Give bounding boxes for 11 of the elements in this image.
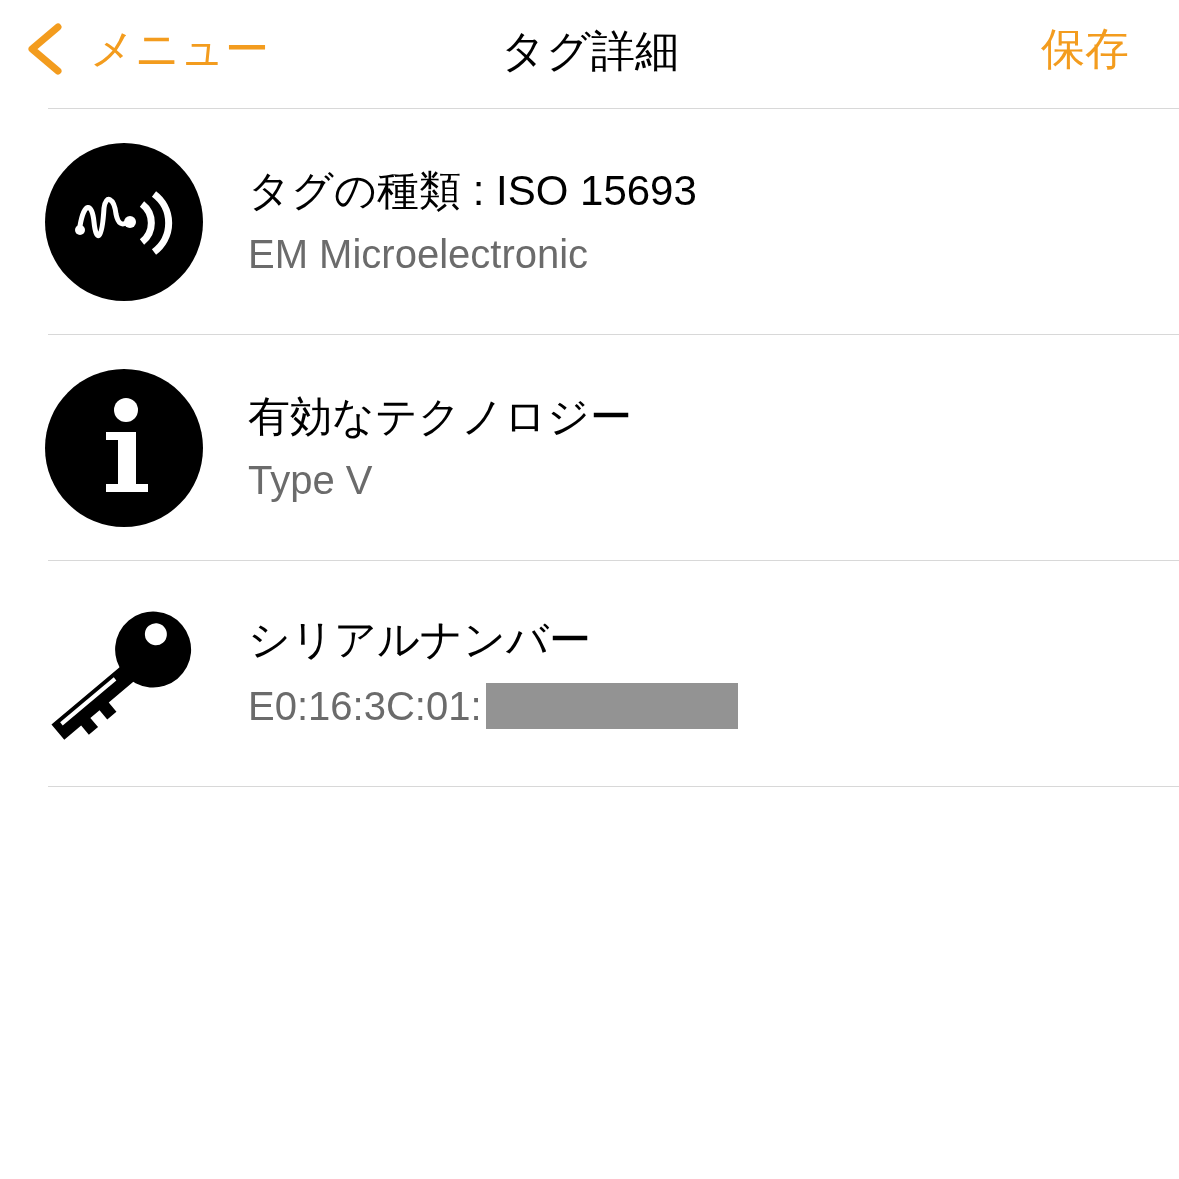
row-subtitle: EM Microelectronic bbox=[248, 233, 589, 274]
nfc-signal-icon bbox=[44, 141, 204, 302]
row-title: 有効なテクノロジー bbox=[248, 395, 632, 438]
info-icon bbox=[44, 367, 204, 528]
row-subtitle: Type V bbox=[248, 459, 373, 500]
screen-title: タグ詳細 bbox=[500, 25, 679, 77]
row-subtitle: E0:16:3C:01: bbox=[248, 685, 482, 726]
save-button[interactable]: 保存 bbox=[1041, 16, 1129, 82]
row-title: シリアルナンバー bbox=[248, 618, 592, 661]
row-title: タグの種類 : ISO 15693 bbox=[248, 169, 697, 212]
back-button[interactable]: メニュー bbox=[24, 16, 269, 82]
